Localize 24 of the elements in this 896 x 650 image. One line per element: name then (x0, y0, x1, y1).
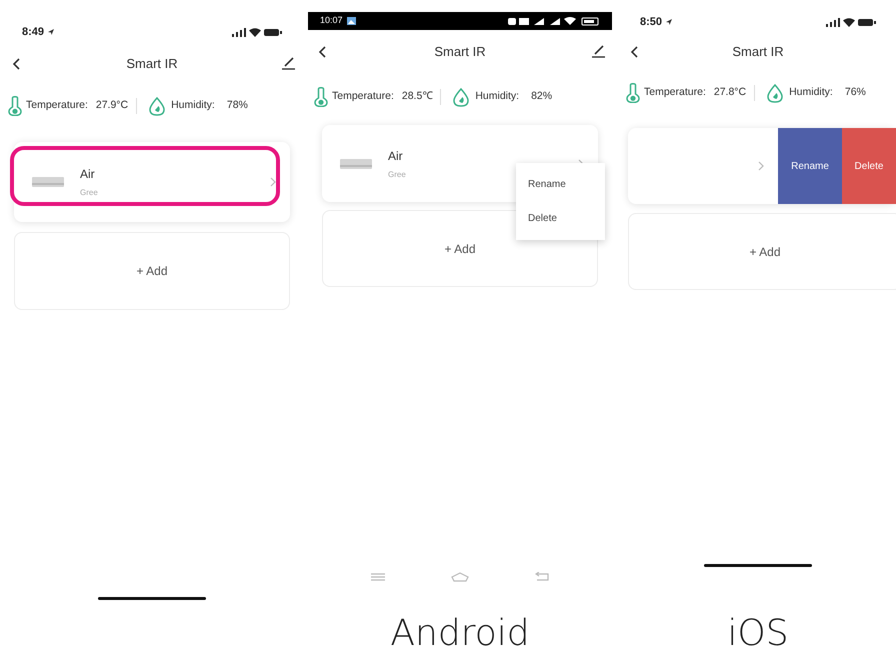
status-time: 10:07 (320, 14, 343, 28)
device-brand: Gree (80, 187, 98, 199)
temperature-label: Temperature: (332, 89, 394, 104)
status-time: 8:50 (640, 14, 662, 30)
device-brand: Gree (388, 168, 406, 180)
temperature-label: Temperature: (26, 98, 88, 114)
temperature-label: Temperature: (644, 85, 706, 100)
page-title: Smart IR (126, 55, 178, 74)
temperature-value: 27.8°C (714, 85, 746, 100)
humidity-label: Humidity: (789, 85, 833, 100)
caption: iOS (726, 618, 790, 650)
temperature-value: 28.5℃ (402, 89, 432, 104)
device-name: Air (388, 148, 404, 164)
page-title: Smart IR (434, 43, 486, 62)
page-title: Smart IR (732, 43, 784, 62)
device-name: Air (80, 166, 96, 183)
humidity-value: 78% (226, 98, 248, 114)
caption: Android (389, 618, 531, 650)
humidity-value: 82% (531, 89, 552, 104)
temperature-value: 27.9°C (96, 98, 128, 114)
humidity-value: 76% (844, 85, 866, 100)
humidity-label: Humidity: (475, 89, 520, 104)
humidity-label: Humidity: (171, 98, 215, 114)
status-time: 8:49 (22, 24, 44, 40)
